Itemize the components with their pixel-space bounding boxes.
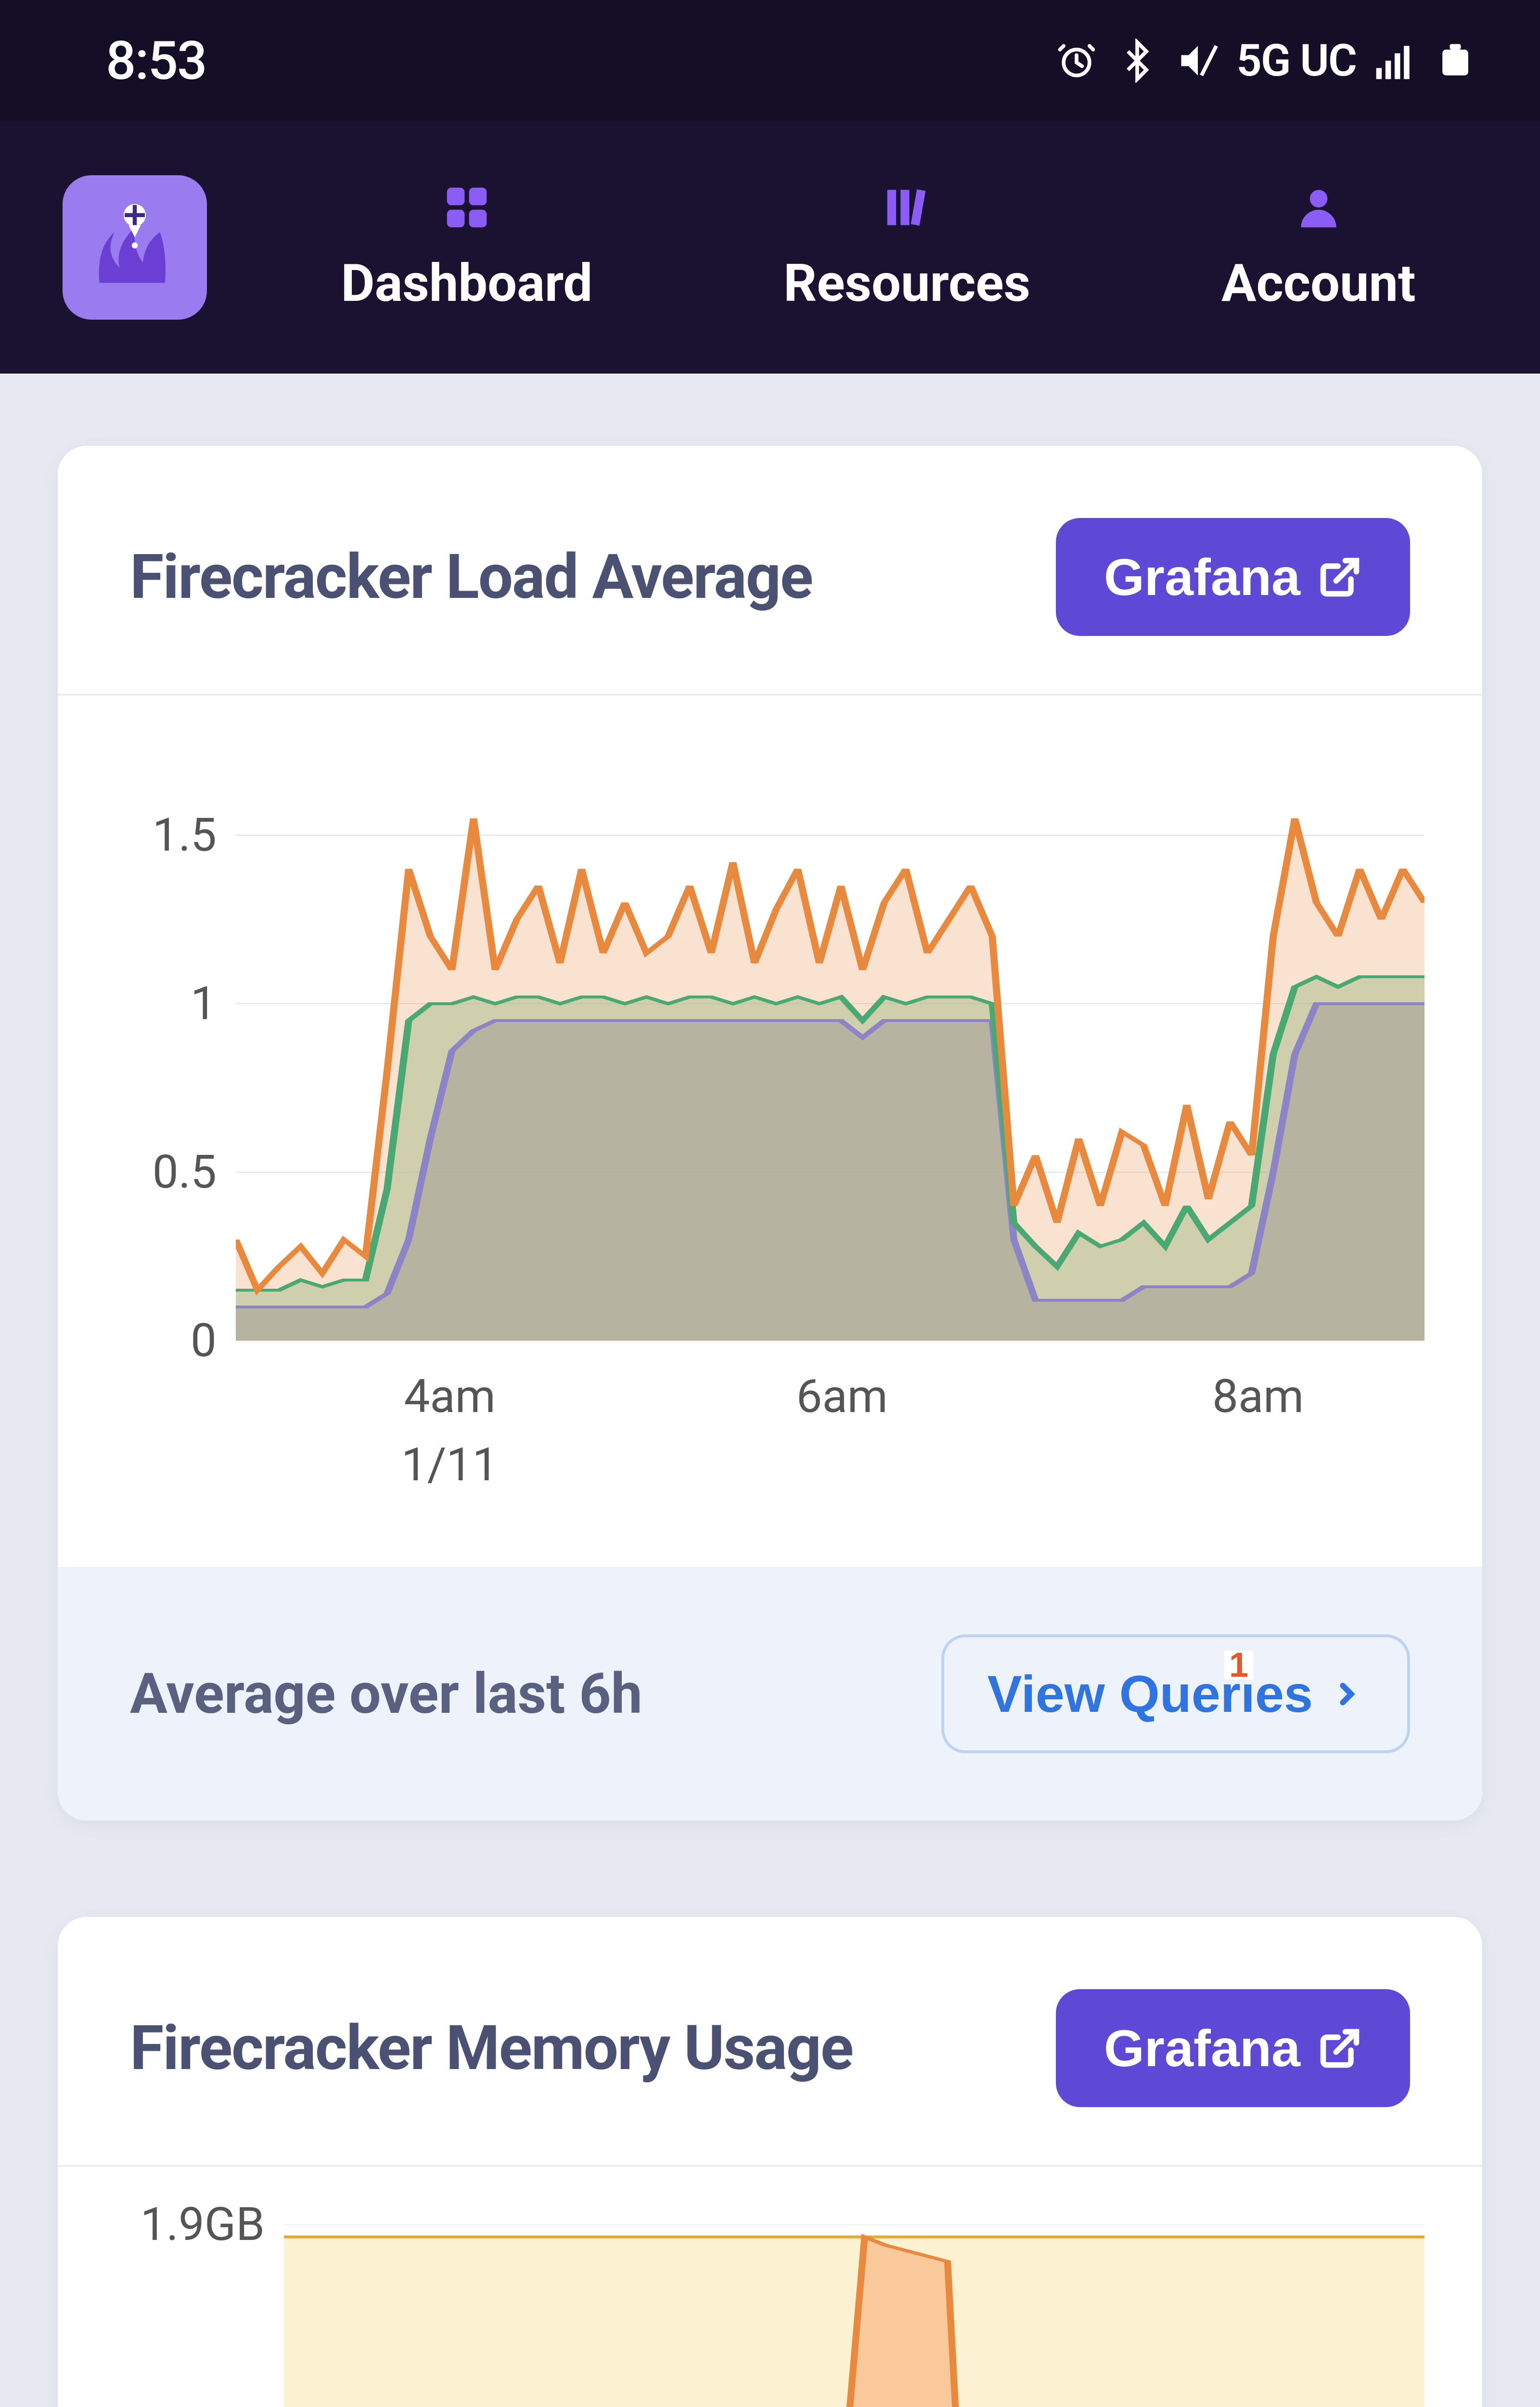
- top-nav: Dashboard Resources Account: [0, 121, 1540, 374]
- chevron-right-icon: [1330, 1677, 1364, 1711]
- external-link-icon: [1318, 2026, 1362, 2071]
- card-title: Firecracker Memory Usage: [130, 2012, 853, 2084]
- external-link-icon: [1318, 555, 1362, 599]
- memory-chart: 0b953MB1.9GB: [116, 2225, 1424, 2407]
- grafana-button[interactable]: Grafana: [1056, 518, 1410, 636]
- status-right: 5G UC: [1054, 35, 1477, 87]
- footer-label: Average over last 6h: [130, 1661, 642, 1727]
- library-icon: [881, 181, 934, 234]
- notification-badge: 1: [1224, 1651, 1253, 1680]
- alarm-icon: [1054, 39, 1099, 83]
- nav-resources[interactable]: Resources: [783, 181, 1030, 314]
- bluetooth-icon: [1115, 39, 1159, 83]
- battery-icon: [1433, 39, 1477, 83]
- view-queries-button[interactable]: View Queries 1: [941, 1634, 1410, 1753]
- card-memory-usage: Firecracker Memory Usage Grafana 0b953MB…: [58, 1917, 1482, 2407]
- status-bar: 8:53 5G UC: [0, 0, 1540, 121]
- user-icon: [1292, 181, 1345, 234]
- nav-account[interactable]: Account: [1221, 181, 1416, 314]
- mute-icon: [1176, 39, 1220, 83]
- nav-label: Resources: [783, 253, 1030, 314]
- card-title: Firecracker Load Average: [130, 541, 812, 613]
- nav-label: Dashboard: [341, 253, 592, 314]
- card-load-average: Firecracker Load Average Grafana 00.511.…: [58, 446, 1482, 1821]
- signal-icon: [1373, 39, 1417, 83]
- content[interactable]: Firecracker Load Average Grafana 00.511.…: [0, 374, 1540, 2407]
- app-logo[interactable]: [63, 175, 207, 320]
- nav-label: Account: [1221, 253, 1416, 314]
- load-chart: 00.511.5 4am1/116am8am: [116, 753, 1424, 1548]
- grid-icon: [440, 181, 493, 234]
- network-label: 5G UC: [1236, 35, 1356, 87]
- nav-dashboard[interactable]: Dashboard: [341, 181, 592, 314]
- status-time: 8:53: [106, 30, 206, 92]
- grafana-button[interactable]: Grafana: [1056, 1989, 1410, 2107]
